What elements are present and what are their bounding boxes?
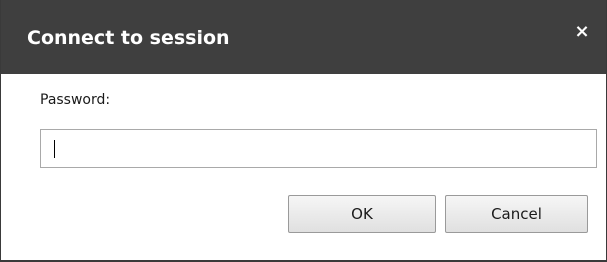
dialog-titlebar: Connect to session × [1, 0, 606, 74]
connect-dialog: Connect to session × Password: OK Cancel [0, 0, 607, 262]
password-input[interactable] [41, 130, 596, 167]
close-icon[interactable]: × [572, 22, 592, 42]
password-field[interactable] [40, 129, 597, 168]
text-caret [54, 140, 55, 158]
password-label: Password: [40, 92, 111, 108]
ok-button[interactable]: OK [288, 195, 436, 233]
dialog-title: Connect to session [27, 27, 230, 49]
cancel-button[interactable]: Cancel [445, 195, 588, 233]
